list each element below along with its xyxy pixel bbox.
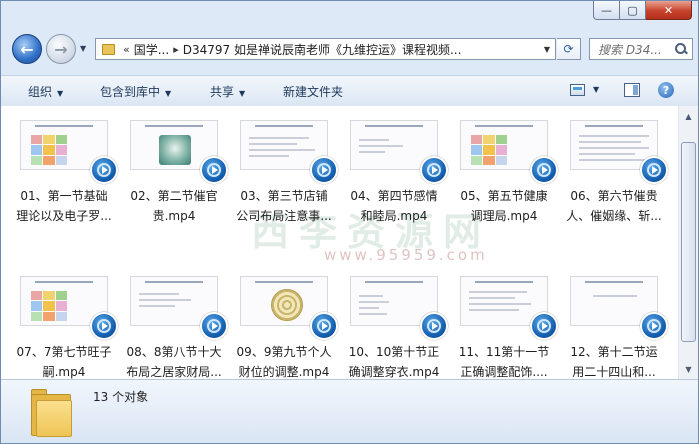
back-button[interactable]: ← [12,34,42,64]
media-player-icon [310,156,338,184]
new-folder-button[interactable]: 新建文件夹 [283,83,343,100]
file-item[interactable]: 09、9第九节个人财位的调整.mp4 [234,268,338,379]
media-player-icon [420,312,448,340]
media-player-icon [530,156,558,184]
file-name: 08、8第八节十大布局之居家财局... [126,345,222,379]
minimize-button[interactable]: — [593,1,620,20]
file-name: 10、10第十节正确调整穿衣.mp4 [348,345,440,379]
chevron-down-icon: ▼ [80,44,87,53]
include-library-label: 包含到库中 [100,85,161,99]
file-name: 11、11第十一节正确调整配饰.... [458,345,550,379]
file-item[interactable]: 02、第二节催官贵.mp4 [124,112,228,232]
history-chevron[interactable]: « [123,43,130,56]
file-name: 06、第六节催贵人、催姻缘、斩... [566,189,662,223]
file-list[interactable]: 西李资源网 www.95959.com 01、第一节基础理论以及电子罗... 0… [1,106,698,379]
search-icon[interactable] [674,42,688,56]
view-options-dropdown[interactable]: ▼ [593,85,599,94]
organize-label: 组织 [28,85,53,99]
maximize-button[interactable]: ▢ [620,1,646,20]
chevron-down-icon: ▼ [239,89,246,98]
refresh-icon: ⟳ [563,42,574,56]
arrow-left-icon: ← [20,39,34,59]
folder-icon [31,386,72,437]
item-count: 13 个对象 [93,390,149,404]
close-button[interactable]: ✕ [646,1,692,20]
details-pane: 13 个对象 [1,379,698,443]
change-view-icon[interactable] [570,84,585,96]
file-item[interactable]: 04、第四节感情和睦局.mp4 [344,112,448,232]
media-player-icon [90,312,118,340]
file-item[interactable]: 03、第三节店铺公司布局注意事... [234,112,338,232]
media-player-icon [310,312,338,340]
breadcrumb-current[interactable]: D34797 如是禅说辰南老师《九维控运》课程视频... [183,41,462,58]
file-name: 04、第四节感情和睦局.mp4 [350,189,438,223]
file-item[interactable]: 10、10第十节正确调整穿衣.mp4 [344,268,448,379]
breadcrumb-separator[interactable]: ▸ [173,43,179,56]
breadcrumb-parent[interactable]: 国学... [134,41,169,58]
address-bar[interactable]: « 国学... ▸ D34797 如是禅说辰南老师《九维控运》课程视频... ▼ [95,38,556,60]
share-label: 共享 [210,85,235,99]
file-item[interactable]: 05、第五节健康调理局.mp4 [454,112,558,232]
media-player-icon [90,156,118,184]
file-name: 07、7第七节旺子嗣.mp4 [16,345,112,379]
help-icon[interactable]: ? [658,82,674,98]
file-name: 03、第三节店铺公司布局注意事... [236,189,332,223]
preview-pane-icon[interactable] [624,83,640,97]
recent-pages-dropdown[interactable]: ▼ [80,44,86,53]
scroll-up-icon[interactable]: ▲ [681,108,696,124]
media-player-icon [640,156,668,184]
navigation-row: ← → ▼ « 国学... ▸ D34797 如是禅说辰南老师《九维控运》课程视… [1,31,698,71]
watermark-url: www.95959.com [324,246,488,264]
file-item[interactable]: 06、第六节催贵人、催姻缘、斩... [564,112,668,232]
include-library-menu[interactable]: 包含到库中 ▼ [100,83,171,100]
media-player-icon [420,156,448,184]
arrow-right-icon: → [54,39,68,59]
explorer-window: — ▢ ✕ ← → ▼ « 国学... ▸ D34797 如是禅说辰南老师《九维… [0,0,699,444]
folder-icon [102,43,115,55]
refresh-button[interactable]: ⟳ [557,38,581,60]
file-name: 12、第十二节运用二十四山和... [570,345,658,379]
file-item[interactable]: 07、7第七节旺子嗣.mp4 [14,268,118,379]
vertical-scrollbar[interactable]: ▲ ▼ [678,106,698,379]
file-name: 05、第五节健康调理局.mp4 [460,189,548,223]
file-name: 02、第二节催官贵.mp4 [130,189,218,223]
organize-menu[interactable]: 组织 ▼ [28,83,63,100]
media-player-icon [530,312,558,340]
file-name: 09、9第九节个人财位的调整.mp4 [236,345,332,379]
file-item[interactable]: 08、8第八节十大布局之居家财局... [124,268,228,379]
scrollbar-thumb[interactable] [681,142,696,342]
media-player-icon [640,312,668,340]
file-item[interactable]: 01、第一节基础理论以及电子罗... [14,112,118,232]
chevron-down-icon: ▼ [165,89,172,98]
share-menu[interactable]: 共享 ▼ [210,83,245,100]
file-item[interactable]: 12、第十二节运用二十四山和... [564,268,668,379]
address-dropdown-icon[interactable]: ▼ [539,45,555,54]
file-name: 01、第一节基础理论以及电子罗... [16,189,112,223]
file-item[interactable]: 11、11第十一节正确调整配饰.... [454,268,558,379]
search-box[interactable]: 搜索 D34... [589,38,693,60]
search-input[interactable]: 搜索 D34... [598,41,672,58]
scroll-down-icon[interactable]: ▼ [681,361,696,377]
media-player-icon [200,156,228,184]
chevron-down-icon: ▼ [57,89,64,98]
media-player-icon [200,312,228,340]
window-caption-buttons: — ▢ ✕ [593,1,692,20]
forward-button[interactable]: → [46,34,76,64]
command-bar: 组织 ▼ 包含到库中 ▼ 共享 ▼ 新建文件夹 ▼ ? [1,75,698,107]
